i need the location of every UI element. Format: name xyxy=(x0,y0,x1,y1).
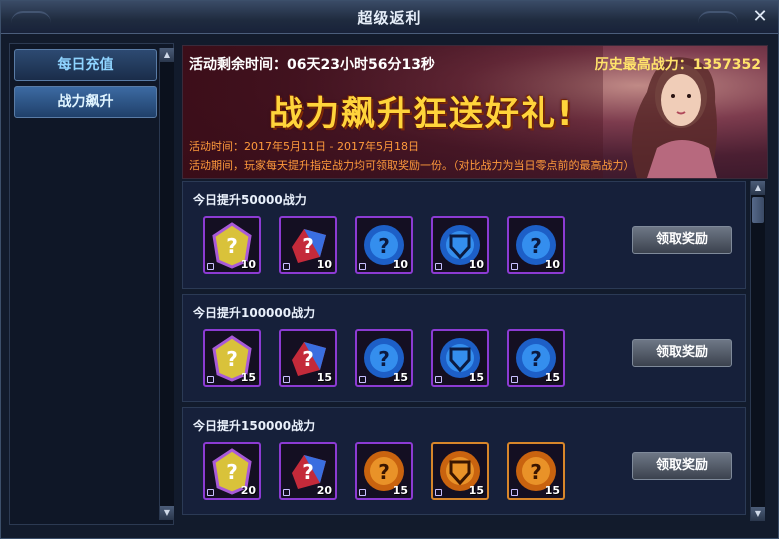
title-ornament-right xyxy=(698,11,738,25)
item-count: 20 xyxy=(316,484,332,497)
bind-lock-icon xyxy=(283,489,290,496)
bind-lock-icon xyxy=(207,376,214,383)
reward-row-3: 今日提升150000战力 领取奖励 ? 20? 20? 15 15? 15 xyxy=(182,407,746,515)
event-slogan: 战力飙升狂送好礼! xyxy=(269,94,575,134)
history-highest-power: 历史最高战力：1357352 xyxy=(595,54,761,74)
bind-lock-icon xyxy=(359,376,366,383)
reward-item-slot[interactable]: ? 15 xyxy=(507,329,565,387)
sidebar-item-daily-recharge[interactable]: 每日充值 xyxy=(14,49,157,81)
bind-lock-icon xyxy=(511,376,518,383)
activity-description: 活动期间，玩家每天提升指定战力均可领取奖励一份。（对比战力为当日零点前的最高战力… xyxy=(189,159,635,172)
scroll-down-icon[interactable]: ▼ xyxy=(160,506,174,520)
super-rebate-window: 超级返利 ✕ 每日充值 战力飙升 ▲ ▼ 活动剩余时间：06天23小时56分13… xyxy=(0,0,779,539)
activity-time: 活动时间：2017年5月11日 - 2017年5月18日 xyxy=(189,140,419,153)
event-banner: 活动剩余时间：06天23小时56分13秒 历史最高战力：1357352 战力飙升… xyxy=(182,45,768,179)
bind-lock-icon xyxy=(207,489,214,496)
item-count: 15 xyxy=(392,484,408,497)
title-bar[interactable]: 超级返利 ✕ xyxy=(1,1,778,34)
bind-lock-icon xyxy=(359,489,366,496)
bind-lock-icon xyxy=(207,263,214,270)
svg-text:?: ? xyxy=(378,460,390,484)
bind-lock-icon xyxy=(359,263,366,270)
reward-item-slot[interactable]: ? 10 xyxy=(507,216,565,274)
claim-reward-button[interactable]: 领取奖励 xyxy=(632,452,732,480)
scroll-up-icon[interactable]: ▲ xyxy=(160,48,174,62)
reward-item-slot[interactable]: ? 15 xyxy=(279,329,337,387)
bind-lock-icon xyxy=(435,376,442,383)
item-count: 10 xyxy=(316,258,332,271)
svg-text:?: ? xyxy=(302,347,314,371)
reward-item-slot[interactable]: ? 15 xyxy=(507,442,565,500)
item-count: 10 xyxy=(392,258,408,271)
svg-text:?: ? xyxy=(226,234,238,258)
reward-row-title: 今日提升150000战力 xyxy=(193,419,316,433)
item-count: 15 xyxy=(316,371,332,384)
history-power-value: 1357352 xyxy=(692,57,761,73)
svg-text:?: ? xyxy=(530,460,542,484)
reward-item-slot[interactable]: 10 xyxy=(431,216,489,274)
item-count: 15 xyxy=(468,371,484,384)
sidebar-item-power-surge[interactable]: 战力飙升 xyxy=(14,86,157,118)
bind-lock-icon xyxy=(511,263,518,270)
svg-text:?: ? xyxy=(530,347,542,371)
item-count: 15 xyxy=(544,371,560,384)
reward-row-1: 今日提升50000战力 领取奖励 ? 10? 10? 10 10? 10 xyxy=(182,181,746,289)
reward-list-scrollbar[interactable]: ▲ ▼ xyxy=(750,181,765,521)
scroll-thumb[interactable] xyxy=(752,197,764,223)
sidebar-scrollbar[interactable]: ▲ ▼ xyxy=(159,48,174,520)
event-countdown: 活动剩余时间：06天23小时56分13秒 xyxy=(189,57,435,73)
bind-lock-icon xyxy=(435,489,442,496)
svg-text:?: ? xyxy=(226,347,238,371)
reward-item-slot[interactable]: ? 15 xyxy=(203,329,261,387)
reward-item-slot[interactable]: ? 10 xyxy=(203,216,261,274)
claim-reward-button[interactable]: 领取奖励 xyxy=(632,226,732,254)
claim-reward-button[interactable]: 领取奖励 xyxy=(632,339,732,367)
item-count: 20 xyxy=(240,484,256,497)
reward-row-title: 今日提升100000战力 xyxy=(193,306,316,320)
svg-text:?: ? xyxy=(302,460,314,484)
bind-lock-icon xyxy=(511,489,518,496)
item-count: 15 xyxy=(468,484,484,497)
svg-text:?: ? xyxy=(226,460,238,484)
scroll-up-icon[interactable]: ▲ xyxy=(751,181,765,195)
item-count: 15 xyxy=(240,371,256,384)
bind-lock-icon xyxy=(283,376,290,383)
scroll-down-icon[interactable]: ▼ xyxy=(751,507,765,521)
bind-lock-icon xyxy=(283,263,290,270)
reward-item-slot[interactable]: 15 xyxy=(431,442,489,500)
window-title: 超级返利 xyxy=(357,9,422,27)
reward-item-slot[interactable]: ? 20 xyxy=(203,442,261,500)
svg-text:?: ? xyxy=(302,234,314,258)
item-count: 10 xyxy=(240,258,256,271)
svg-text:?: ? xyxy=(378,234,390,258)
bind-lock-icon xyxy=(435,263,442,270)
reward-item-slot[interactable]: ? 10 xyxy=(279,216,337,274)
close-icon[interactable]: ✕ xyxy=(750,7,770,27)
history-power-label: 历史最高战力： xyxy=(594,57,693,73)
item-count: 10 xyxy=(468,258,484,271)
reward-item-slot[interactable]: ? 15 xyxy=(355,442,413,500)
item-count: 10 xyxy=(544,258,560,271)
svg-text:?: ? xyxy=(530,234,542,258)
reward-row-2: 今日提升100000战力 领取奖励 ? 15? 15? 15 15? 15 xyxy=(182,294,746,402)
reward-list: 今日提升50000战力 领取奖励 ? 10? 10? 10 10? 10 今日提升1000… xyxy=(182,181,748,521)
activity-sidebar: 每日充值 战力飙升 ▲ ▼ xyxy=(9,43,174,525)
reward-item-slot[interactable]: ? 20 xyxy=(279,442,337,500)
reward-row-title: 今日提升50000战力 xyxy=(193,193,307,207)
reward-item-slot[interactable]: ? 10 xyxy=(355,216,413,274)
svg-text:?: ? xyxy=(378,347,390,371)
item-count: 15 xyxy=(392,371,408,384)
reward-item-slot[interactable]: 15 xyxy=(431,329,489,387)
reward-item-slot[interactable]: ? 15 xyxy=(355,329,413,387)
item-count: 15 xyxy=(544,484,560,497)
